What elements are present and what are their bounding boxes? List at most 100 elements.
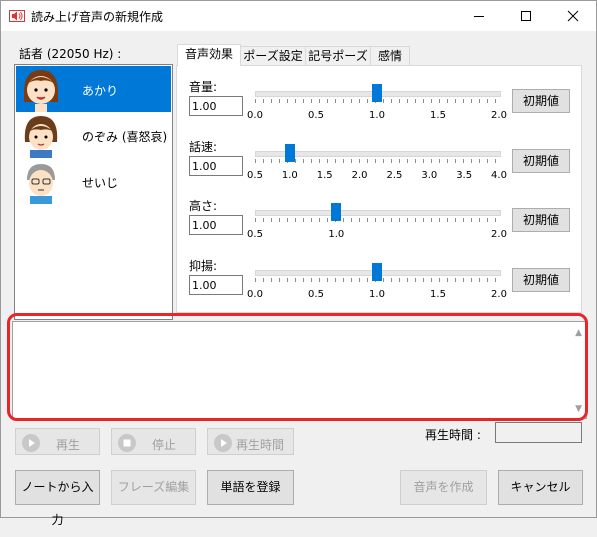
slider-thumb[interactable] <box>372 263 382 281</box>
slider-tick-label: 1.0 <box>281 170 298 181</box>
slider-thumb[interactable] <box>331 203 342 221</box>
tick-mark <box>487 159 488 163</box>
tick-mark <box>327 159 328 163</box>
cancel-button[interactable]: キャンセル <box>498 470 583 505</box>
tick-mark <box>471 99 472 103</box>
reset-default-button[interactable]: 初期値 <box>512 89 570 113</box>
tick-mark <box>271 99 272 103</box>
speaker-item-akari[interactable]: あかり <box>16 66 171 112</box>
tick-mark <box>399 278 400 282</box>
play-button[interactable]: 再生 <box>15 428 100 455</box>
tick-mark <box>447 218 448 222</box>
tick-mark <box>319 218 320 222</box>
tick-mark <box>399 218 400 222</box>
tab-emotion[interactable]: 感情 <box>370 46 410 65</box>
tick-mark <box>391 159 392 163</box>
reset-default-button[interactable]: 初期値 <box>512 208 570 232</box>
tick-mark <box>319 159 320 163</box>
tick-mark <box>335 278 336 282</box>
slider-tick-label: 0.5 <box>247 170 263 181</box>
minimize-icon <box>474 16 484 17</box>
param-value-field[interactable]: 1.00 <box>189 156 243 176</box>
tab-voice-effect[interactable]: 音声効果 <box>177 44 241 66</box>
slider-tick-label: 3.0 <box>421 170 438 181</box>
tick-mark <box>311 218 312 222</box>
tick-mark <box>391 218 392 222</box>
tick-mark <box>327 278 328 282</box>
tick-mark <box>447 159 448 163</box>
param-label: 話速: <box>189 140 218 154</box>
minimize-button[interactable] <box>456 1 502 31</box>
slider-thumb[interactable] <box>284 144 295 162</box>
slider-ticks <box>255 218 499 222</box>
speaker-list[interactable]: あかり のぞみ (喜怒哀) せいじ <box>14 64 173 320</box>
tick-mark <box>407 278 408 282</box>
slider-tick-label: 0.0 <box>247 110 263 121</box>
slider-tick-label: 2.0 <box>491 110 507 121</box>
tick-mark <box>335 159 336 163</box>
input-from-note-button[interactable]: ノートから入力 <box>15 470 100 527</box>
tick-mark <box>279 159 280 163</box>
slider-tick-label: 1.5 <box>316 170 333 181</box>
tick-mark <box>479 218 480 222</box>
tick-mark <box>495 218 496 222</box>
tick-mark <box>263 218 264 222</box>
slider-thumb[interactable] <box>372 84 382 102</box>
tick-mark <box>431 159 432 163</box>
text-input-area[interactable]: ▲ ▼ <box>12 321 587 419</box>
register-word-button[interactable]: 単語を登録 <box>207 470 294 505</box>
title-bar: 読み上げ音声の新規作成 <box>1 1 596 31</box>
tick-mark <box>263 99 264 103</box>
tick-mark <box>263 159 264 163</box>
tick-mark <box>279 278 280 282</box>
scroll-down-icon[interactable]: ▼ <box>575 404 582 414</box>
tab-pause-settings[interactable]: ポーズ設定 <box>240 46 306 65</box>
close-icon <box>567 10 579 22</box>
close-button[interactable] <box>550 1 596 31</box>
speaker-item-seiji[interactable]: せいじ <box>16 158 171 204</box>
tick-mark <box>375 159 376 163</box>
stop-button[interactable]: 停止 <box>111 428 196 455</box>
param-value-field[interactable]: 1.00 <box>189 275 243 295</box>
tick-mark <box>295 278 296 282</box>
tick-mark <box>439 278 440 282</box>
tick-mark <box>471 278 472 282</box>
tick-mark <box>287 278 288 282</box>
tick-mark <box>471 159 472 163</box>
maximize-button[interactable] <box>503 1 549 31</box>
tick-mark <box>383 159 384 163</box>
tick-mark <box>487 99 488 103</box>
tick-mark <box>415 278 416 282</box>
tick-mark <box>343 218 344 222</box>
play-time-button[interactable]: 再生時間 <box>207 428 294 455</box>
slider-track[interactable] <box>255 210 501 216</box>
play-time-label: 再生時間 <box>236 438 285 452</box>
reset-default-button[interactable]: 初期値 <box>512 149 570 173</box>
tick-mark <box>271 278 272 282</box>
phrase-edit-button[interactable]: フレーズ編集 <box>111 470 196 505</box>
tick-mark <box>271 218 272 222</box>
play-icon <box>22 434 40 452</box>
tick-mark <box>455 99 456 103</box>
tick-mark <box>367 99 368 103</box>
param-value-field[interactable]: 1.00 <box>189 215 243 235</box>
tick-mark <box>463 218 464 222</box>
speaker-item-nozomi[interactable]: のぞみ (喜怒哀) <box>16 112 171 158</box>
play-label: 再生 <box>56 438 81 452</box>
scroll-up-icon[interactable]: ▲ <box>575 328 582 338</box>
tick-mark <box>431 218 432 222</box>
tab-symbol-pause[interactable]: 記号ポーズ <box>305 46 371 65</box>
tick-mark <box>295 218 296 222</box>
param-value-field[interactable]: 1.00 <box>189 96 243 116</box>
create-audio-button[interactable]: 音声を作成 <box>400 470 487 505</box>
slider-tick-label: 0.5 <box>308 289 324 300</box>
tick-mark <box>255 159 256 163</box>
tick-mark <box>295 159 296 163</box>
voice-effect-panel: 音量: 1.00 0.0 0.5 1.0 1.5 2.0 初期値 話速: 1.00 0.5 1.0 1.… <box>176 65 582 313</box>
reset-default-button[interactable]: 初期値 <box>512 268 570 292</box>
akari-face-icon <box>24 70 58 112</box>
tick-mark <box>383 218 384 222</box>
tick-mark <box>295 99 296 103</box>
param-label: 音量: <box>189 80 218 94</box>
speaker-name: あかり <box>82 84 119 98</box>
